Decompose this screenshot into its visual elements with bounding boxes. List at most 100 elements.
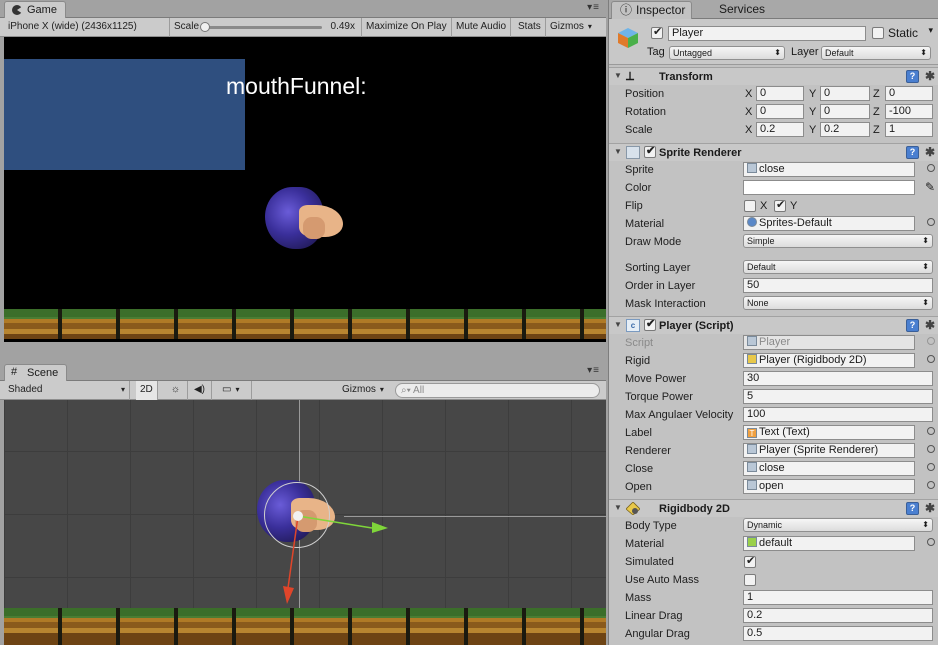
- help-icon[interactable]: ?: [906, 319, 919, 332]
- object-picker-icon[interactable]: [927, 463, 935, 471]
- static-checkbox[interactable]: [872, 27, 884, 39]
- tab-inspector[interactable]: ⓘ Inspector: [611, 1, 693, 19]
- chevron-down-icon: ▾: [587, 22, 592, 31]
- position-y-field[interactable]: 0: [820, 86, 870, 101]
- gear-icon[interactable]: ✱: [925, 318, 935, 332]
- sprite-asset-icon: [747, 462, 757, 472]
- game-gizmos-dropdown[interactable]: Gizmos ▾: [546, 18, 596, 37]
- gizmo-x-axis[interactable]: [297, 515, 373, 529]
- object-name-field[interactable]: Player: [668, 26, 866, 41]
- sprite-field[interactable]: close: [743, 162, 915, 177]
- order-field[interactable]: 50: [743, 278, 933, 293]
- object-picker-icon[interactable]: [927, 481, 935, 489]
- sorting-layer-dropdown[interactable]: Default: [743, 260, 933, 274]
- scene-search-input[interactable]: ⌕▾ All: [395, 383, 600, 398]
- mass-field[interactable]: 1: [743, 590, 933, 605]
- mute-audio-button[interactable]: Mute Audio: [452, 18, 512, 37]
- rotation-x-field[interactable]: 0: [756, 104, 804, 119]
- gizmo-y-arrow[interactable]: [283, 586, 294, 604]
- auto-mass-row: Use Auto Mass: [609, 571, 938, 589]
- audio-toggle[interactable]: ◀): [188, 381, 212, 400]
- gear-icon[interactable]: ✱: [925, 145, 935, 159]
- close-field[interactable]: close: [743, 461, 915, 476]
- effects-dropdown[interactable]: ▭ ▾: [218, 381, 252, 400]
- mask-dropdown[interactable]: None: [743, 296, 933, 310]
- rb-material-field[interactable]: default: [743, 536, 915, 551]
- gizmo-center[interactable]: [293, 511, 303, 521]
- object-picker-icon[interactable]: [927, 427, 935, 435]
- layer-dropdown[interactable]: Default: [821, 46, 931, 60]
- help-icon[interactable]: ?: [906, 502, 919, 515]
- gear-icon[interactable]: ✱: [925, 69, 935, 83]
- game-viewport[interactable]: mouthFunnel:: [4, 37, 606, 342]
- max-angular-field[interactable]: 100: [743, 407, 933, 422]
- angular-drag-field[interactable]: 0.5: [743, 626, 933, 641]
- collapse-triangle-icon[interactable]: ▼: [614, 147, 622, 156]
- gizmo-x-arrow[interactable]: [372, 522, 388, 533]
- gear-icon[interactable]: ✱: [925, 501, 935, 515]
- flip-x-checkbox[interactable]: [744, 200, 756, 212]
- draw-mode-dropdown[interactable]: Simple: [743, 234, 933, 248]
- simulated-checkbox[interactable]: [744, 554, 756, 568]
- tab-scene[interactable]: # Scene: [4, 364, 68, 381]
- shading-dropdown[interactable]: Shaded ▾: [4, 381, 130, 400]
- object-picker-icon[interactable]: [927, 538, 935, 546]
- collapse-triangle-icon[interactable]: ▼: [614, 71, 622, 80]
- eyedropper-icon[interactable]: ✎: [925, 180, 935, 194]
- scale-slider-thumb[interactable]: [200, 22, 210, 32]
- material-field[interactable]: Sprites-Default: [743, 216, 915, 231]
- help-icon[interactable]: ?: [906, 70, 919, 83]
- panel-menu-icon[interactable]: ▾≡: [587, 2, 600, 13]
- resolution-dropdown[interactable]: iPhone X (wide) (2436x1125): [4, 18, 170, 37]
- sprite-renderer-enabled-checkbox[interactable]: [644, 144, 656, 158]
- scene-panel-menu-icon[interactable]: ▾≡: [587, 365, 600, 376]
- scale-y-field[interactable]: 0.2: [820, 122, 870, 137]
- scene-viewport[interactable]: [4, 400, 606, 645]
- body-type-dropdown[interactable]: Dynamic: [743, 518, 933, 532]
- object-picker-icon[interactable]: [927, 445, 935, 453]
- scale-x-field[interactable]: 0.2: [756, 122, 804, 137]
- tab-game[interactable]: Game: [4, 1, 66, 18]
- rotation-z-field[interactable]: -100: [885, 104, 933, 119]
- close-row: Close close: [609, 460, 938, 478]
- linear-drag-field[interactable]: 0.2: [743, 608, 933, 623]
- rotation-y-field[interactable]: 0: [820, 104, 870, 119]
- object-picker-icon[interactable]: [927, 164, 935, 172]
- label-field[interactable]: T Text (Text): [743, 425, 915, 440]
- collapse-triangle-icon[interactable]: ▼: [614, 320, 622, 329]
- collapse-triangle-icon[interactable]: ▼: [614, 503, 622, 512]
- maximize-on-play-button[interactable]: Maximize On Play: [362, 18, 452, 37]
- move-gizmo[interactable]: [274, 500, 404, 610]
- lighting-toggle[interactable]: ☼: [164, 381, 188, 400]
- tab-services[interactable]: Services: [695, 1, 771, 19]
- position-z-field[interactable]: 0: [885, 86, 933, 101]
- scale-slider[interactable]: [204, 26, 322, 29]
- rigid-field[interactable]: Player (Rigidbody 2D): [743, 353, 915, 368]
- tag-dropdown[interactable]: Untagged: [669, 46, 785, 60]
- mask-label: Mask Interaction: [625, 298, 706, 310]
- search-icon: ⌕▾: [401, 385, 411, 396]
- object-picker-icon[interactable]: [927, 355, 935, 363]
- transform-header[interactable]: ▼ ⟂ Transform ? ✱: [609, 67, 938, 85]
- auto-mass-checkbox[interactable]: [744, 574, 756, 586]
- gizmo-y-axis[interactable]: [287, 515, 299, 589]
- player-script-enabled-checkbox[interactable]: [644, 317, 656, 331]
- stats-button[interactable]: Stats: [514, 18, 546, 37]
- sprite-renderer-header[interactable]: ▼ Sprite Renderer ? ✱: [609, 143, 938, 161]
- chevron-down-icon[interactable]: ▾: [928, 25, 933, 36]
- scale-z-field[interactable]: 1: [885, 122, 933, 137]
- torque-power-field[interactable]: 5: [743, 389, 933, 404]
- scene-gizmos-dropdown[interactable]: Gizmos ▾: [338, 381, 388, 400]
- move-power-field[interactable]: 30: [743, 371, 933, 386]
- renderer-field[interactable]: Player (Sprite Renderer): [743, 443, 915, 458]
- active-checkbox[interactable]: [651, 25, 663, 39]
- help-icon[interactable]: ?: [906, 146, 919, 159]
- open-field[interactable]: open: [743, 479, 915, 494]
- position-x-field[interactable]: 0: [756, 86, 804, 101]
- mode-2d-button[interactable]: 2D: [136, 381, 158, 400]
- object-picker-icon[interactable]: [927, 218, 935, 226]
- flip-y-checkbox[interactable]: [774, 198, 786, 212]
- rigidbody-header[interactable]: ▼ Rigidbody 2D ? ✱: [609, 499, 938, 517]
- color-swatch[interactable]: [743, 180, 915, 195]
- player-script-header[interactable]: ▼ c Player (Script) ? ✱: [609, 316, 938, 334]
